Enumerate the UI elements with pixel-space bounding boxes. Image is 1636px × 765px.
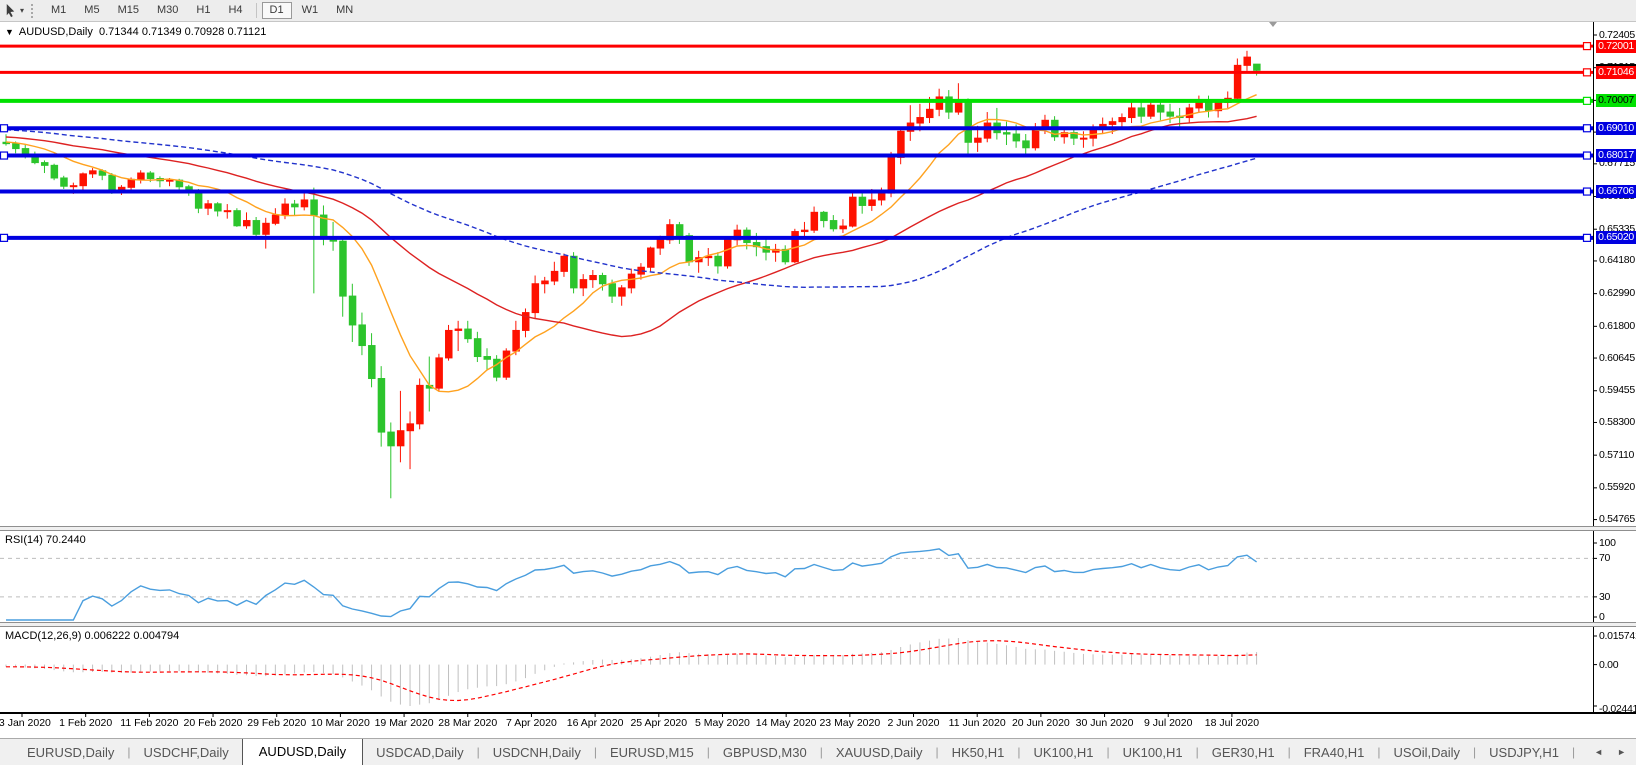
tab-uk100-h1[interactable]: UK100,H1 — [1110, 741, 1196, 765]
tab-usoil-daily[interactable]: USOil,Daily — [1381, 741, 1473, 765]
level-price-label: 0.66706 — [1596, 185, 1636, 198]
tab-scroll-left-icon[interactable]: ◄ — [1594, 747, 1603, 757]
mt4-window: { "toolbar": { "cursor_tool_tooltip": "C… — [0, 0, 1636, 764]
timeframe-button-mn[interactable]: MN — [328, 2, 361, 19]
price-tick-label: 0.64180 — [1599, 254, 1636, 267]
tab-fra40-h1[interactable]: FRA40,H1 — [1291, 741, 1378, 765]
chevron-down-icon: ▾ — [20, 6, 24, 15]
macd-axis-zero: 0.00 — [1599, 659, 1636, 671]
tab-dj30-m15[interactable]: DJ30,M15 — [1575, 741, 1584, 765]
cursor-icon — [3, 3, 18, 18]
rsi-axis-label: 100 — [1599, 537, 1636, 549]
collapse-arrow-icon[interactable]: ▼ — [5, 27, 14, 37]
chart-header: ▼ AUDUSD,Daily 0.71344 0.71349 0.70928 0.… — [5, 26, 266, 38]
tab-usdcad-daily[interactable]: USDCAD,Daily — [363, 741, 476, 765]
macd-axis-max: 0.015741 — [1599, 630, 1636, 642]
level-price-label: 0.68017 — [1596, 149, 1636, 162]
symbol-period-label: AUDUSD,Daily — [19, 26, 93, 38]
timeframe-buttons: M1M5M15M30H1H4 D1W1MN — [42, 0, 362, 21]
rsi-axis-label: 30 — [1599, 591, 1636, 603]
timeframe-button-d1[interactable]: D1 — [262, 2, 292, 19]
timeframe-button-h1[interactable]: H1 — [188, 2, 218, 19]
tab-gbpusd-m30[interactable]: GBPUSD,M30 — [710, 741, 820, 765]
timeframe-button-m15[interactable]: M15 — [110, 2, 147, 19]
tab-eurusd-m15[interactable]: EURUSD,M15 — [597, 741, 707, 765]
pane-separator-macd[interactable] — [0, 622, 1636, 627]
tab-hk50-h1[interactable]: HK50,H1 — [939, 741, 1018, 765]
level-price-label: 0.71046 — [1596, 66, 1636, 79]
tab-usdjpy-h1[interactable]: USDJPY,H1 — [1476, 741, 1572, 765]
time-axis-border — [0, 712, 1636, 714]
price-tick-label: 0.61800 — [1599, 320, 1636, 333]
tab-scroll-controls: ◄ ► — [1584, 739, 1636, 765]
level-price-label: 0.70007 — [1596, 94, 1636, 107]
price-tick-label: 0.58300 — [1599, 416, 1636, 429]
toolbar: ▾ M1M5M15M30H1H4 D1W1MN — [0, 0, 1636, 22]
timeframe-button-w1[interactable]: W1 — [294, 2, 327, 19]
level-price-label: 0.69010 — [1596, 122, 1636, 135]
tab-usdchf-daily[interactable]: USDCHF,Daily — [131, 741, 242, 765]
timeframe-button-m5[interactable]: M5 — [76, 2, 107, 19]
tab-uk100-h1[interactable]: UK100,H1 — [1021, 741, 1107, 765]
price-tick-label: 0.62990 — [1599, 287, 1636, 300]
tab-ger30-h1[interactable]: GER30,H1 — [1199, 741, 1288, 765]
date-tick-label: 18 Jul 2020 — [1190, 717, 1274, 729]
toolbar-grip[interactable] — [31, 4, 36, 18]
rsi-axis-label: 70 — [1599, 552, 1636, 564]
tab-usdcnh-daily[interactable]: USDCNH,Daily — [480, 741, 594, 765]
price-tick-label: 0.54765 — [1599, 513, 1636, 526]
timeframe-button-m30[interactable]: M30 — [149, 2, 186, 19]
pane-separator-rsi[interactable] — [0, 526, 1636, 531]
tab-audusd-daily[interactable]: AUDUSD,Daily — [242, 739, 363, 765]
tab-xauusd-daily[interactable]: XAUUSD,Daily — [823, 741, 936, 765]
rsi-indicator-label: RSI(14) 70.2440 — [5, 534, 86, 546]
price-tick-label: 0.57110 — [1599, 449, 1636, 462]
price-tick-label: 0.55920 — [1599, 481, 1636, 494]
ohlc-values: 0.71344 0.71349 0.70928 0.71121 — [93, 26, 267, 38]
macd-indicator-label: MACD(12,26,9) 0.006222 0.004794 — [5, 630, 179, 642]
timeframe-button-h4[interactable]: H4 — [220, 2, 250, 19]
chart-tabs: EURUSD,Daily|USDCHF,DailyAUDUSD,DailyUSD… — [0, 739, 1584, 765]
price-tick-label: 0.59455 — [1599, 384, 1636, 397]
cursor-tool-button[interactable]: ▾ — [0, 0, 27, 21]
level-price-label: 0.65020 — [1596, 231, 1636, 244]
toolbar-separator — [256, 3, 257, 18]
chart-tab-bar: EURUSD,Daily|USDCHF,DailyAUDUSD,DailyUSD… — [0, 738, 1636, 765]
tab-eurusd-daily[interactable]: EURUSD,Daily — [14, 741, 127, 765]
chart-canvas[interactable] — [0, 0, 1636, 764]
timeframe-button-m1[interactable]: M1 — [43, 2, 74, 19]
price-tick-label: 0.60645 — [1599, 352, 1636, 365]
level-price-label: 0.72001 — [1596, 40, 1636, 53]
tab-scroll-right-icon[interactable]: ► — [1617, 747, 1626, 757]
shift-marker-icon — [1269, 22, 1277, 27]
